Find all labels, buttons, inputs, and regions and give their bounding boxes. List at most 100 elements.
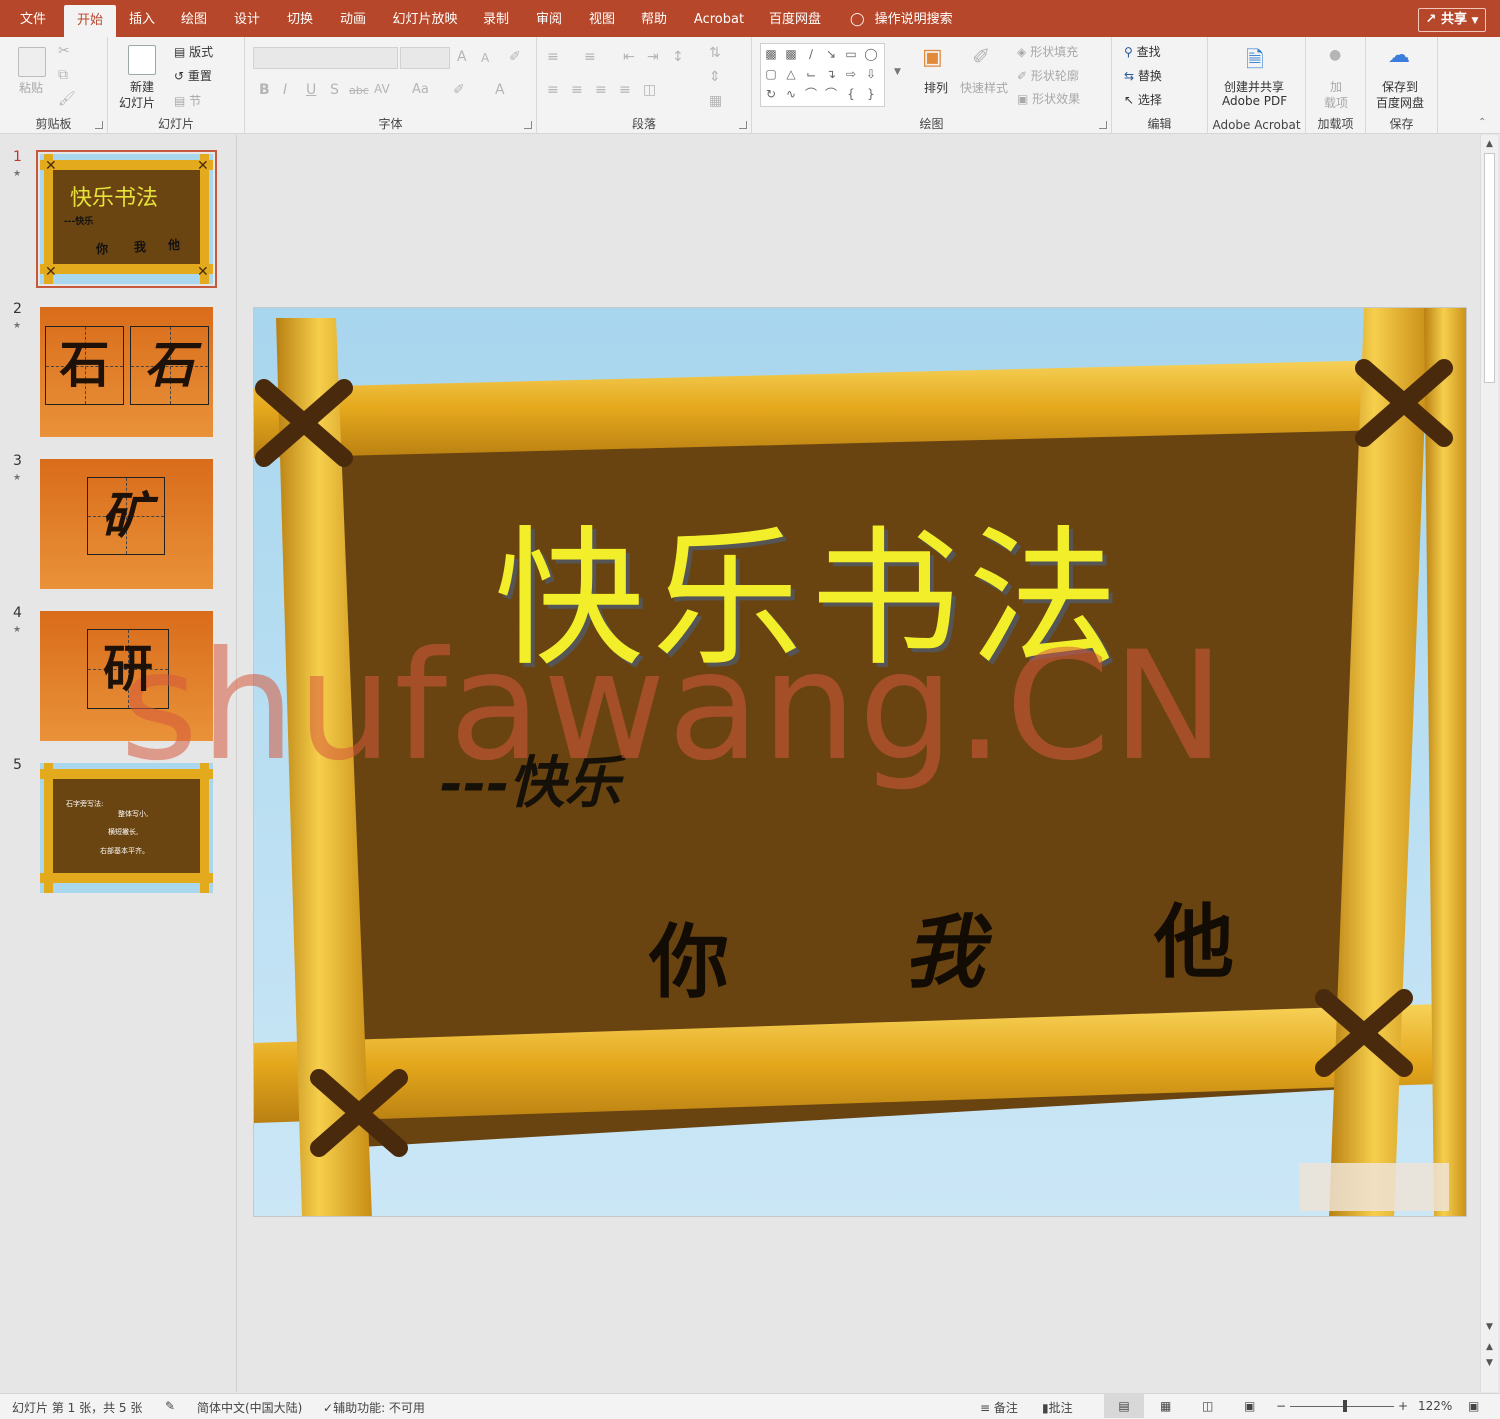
vertical-textbox-shape-icon[interactable]: ▩ <box>783 46 799 62</box>
save-baidu-line1[interactable]: 保存到 <box>1382 78 1418 95</box>
freeform-shape-icon[interactable]: ↻ <box>763 86 779 102</box>
right-arrow-shape-icon[interactable]: ⇨ <box>843 66 859 82</box>
tab-file[interactable]: 文件 <box>8 0 58 37</box>
previous-slide-icon[interactable]: ▲ <box>1481 1340 1498 1354</box>
slide-title[interactable]: 快乐书法 <box>494 478 1126 695</box>
rounded-rect-shape-icon[interactable]: ▢ <box>763 66 779 82</box>
accessibility-status[interactable]: ✓辅助功能: 不可用 <box>323 1399 425 1416</box>
left-brace-shape-icon[interactable]: { <box>843 86 859 102</box>
line-spacing-icon[interactable]: ↕ <box>672 49 684 65</box>
tab-insert[interactable]: 插入 <box>120 0 164 37</box>
tab-view[interactable]: 视图 <box>580 0 624 37</box>
addins-icon[interactable]: ● <box>1329 47 1341 63</box>
tab-baidu-netdisk[interactable]: 百度网盘 <box>762 0 828 37</box>
arrange-button[interactable]: 排列 <box>924 79 948 96</box>
arrow-line-shape-icon[interactable]: ↘ <box>823 46 839 62</box>
paste-icon[interactable] <box>18 47 46 77</box>
zoom-level[interactable]: 122% <box>1418 1399 1452 1413</box>
section-button[interactable]: ▤ 节 <box>174 92 201 109</box>
char-spacing-button[interactable]: AV <box>374 82 390 96</box>
language-indicator[interactable]: 简体中文(中国大陆) <box>197 1399 302 1416</box>
shape-fill-button[interactable]: ◈ 形状填充 <box>1017 43 1078 60</box>
baidu-cloud-icon[interactable]: ☁ <box>1388 43 1410 68</box>
tab-review[interactable]: 审阅 <box>527 0 571 37</box>
tab-slideshow[interactable]: 幻灯片放映 <box>385 0 465 37</box>
columns-icon[interactable]: ◫ <box>643 82 656 98</box>
normal-view-button[interactable]: ▤ <box>1104 1394 1144 1418</box>
paragraph-launcher-icon[interactable] <box>739 121 747 129</box>
fit-to-window-icon[interactable]: ▣ <box>1468 1399 1479 1413</box>
slide-thumbnail-3[interactable]: 矿 <box>40 459 213 589</box>
align-right-icon[interactable]: ≡ <box>595 82 607 98</box>
bold-button[interactable]: B <box>259 82 270 98</box>
underline-button[interactable]: U <box>306 82 316 98</box>
align-text-icon[interactable]: ⇕ <box>709 69 721 85</box>
next-slide-icon[interactable]: ▼ <box>1481 1356 1498 1370</box>
zoom-slider[interactable] <box>1290 1406 1394 1407</box>
text-direction-icon[interactable]: ⇅ <box>709 45 721 61</box>
slide-thumbnail-4[interactable]: 研 <box>40 611 213 741</box>
scroll-up-icon[interactable]: ▲ <box>1481 137 1498 151</box>
triangle-shape-icon[interactable]: △ <box>783 66 799 82</box>
save-baidu-line2[interactable]: 百度网盘 <box>1376 94 1424 111</box>
justify-icon[interactable]: ≡ <box>619 82 631 98</box>
shapes-gallery[interactable]: ▩ ▩ ∕ ↘ ▭ ◯ ▢ △ ⌙ ↴ ⇨ ⇩ ↻ ∿ ⌒ ⌒ { } <box>760 43 885 107</box>
slide-word-3[interactable]: 他 <box>1154 878 1234 994</box>
slide-thumbnail-1[interactable]: ✕ ✕ ✕ ✕ 快乐书法 ---快乐 你 我 他 <box>36 150 217 288</box>
arc-shape-icon[interactable]: ⌒ <box>803 86 819 102</box>
create-pdf-icon[interactable]: 🗎 <box>1246 43 1264 81</box>
new-slide-label-1[interactable]: 新建 <box>130 78 154 95</box>
tab-acrobat[interactable]: Acrobat <box>686 0 752 37</box>
clipboard-launcher-icon[interactable] <box>95 121 103 129</box>
slide-word-1[interactable]: 你 <box>649 898 729 1014</box>
tell-me-search[interactable]: ◯ 操作说明搜索 <box>850 0 953 37</box>
line-shape-icon[interactable]: ∕ <box>803 46 819 62</box>
shape-outline-button[interactable]: ✐ 形状轮廓 <box>1017 67 1079 84</box>
reading-view-icon[interactable]: ◫ <box>1202 1399 1213 1413</box>
slideshow-view-icon[interactable]: ▣ <box>1244 1399 1255 1413</box>
align-center-icon[interactable]: ≡ <box>571 82 583 98</box>
replace-button[interactable]: ⇆ 替换 <box>1124 67 1162 84</box>
current-slide[interactable]: 快乐书法 ---快乐 你 我 他 <box>253 307 1467 1217</box>
font-size-combo[interactable] <box>400 47 450 69</box>
slide-thumbnail-2[interactable]: 石 石 <box>40 307 213 437</box>
arrange-icon[interactable]: ▣ <box>922 45 943 70</box>
textbox-shape-icon[interactable]: ▩ <box>763 46 779 62</box>
smartart-icon[interactable]: ▦ <box>709 93 722 109</box>
slide-subtitle[interactable]: ---快乐 <box>439 738 621 819</box>
addins-line1[interactable]: 加 <box>1330 78 1342 95</box>
new-slide-label-2[interactable]: 幻灯片 <box>119 94 155 111</box>
font-name-combo[interactable] <box>253 47 398 69</box>
right-brace-shape-icon[interactable]: } <box>863 86 879 102</box>
shrink-font-button[interactable]: A <box>481 51 489 65</box>
slide-thumbnail-5[interactable]: 石字旁写法: 整体写小, 横短撇长, 右部基本平齐。 <box>40 763 213 893</box>
grow-font-button[interactable]: A <box>457 49 467 65</box>
notes-button[interactable]: ≡ 备注 <box>980 1399 1018 1416</box>
slide-word-2[interactable]: 我 <box>904 888 984 1004</box>
create-pdf-line2[interactable]: Adobe PDF <box>1222 94 1287 108</box>
shapes-more-icon[interactable]: ▼ <box>894 67 901 77</box>
share-button[interactable]: ↗ 共享 ▼ <box>1418 8 1486 32</box>
tab-help[interactable]: 帮助 <box>632 0 676 37</box>
scrollbar-thumb[interactable] <box>1484 153 1495 383</box>
cut-icon[interactable]: ✂ <box>58 43 70 59</box>
oval-shape-icon[interactable]: ◯ <box>863 46 879 62</box>
rectangle-shape-icon[interactable]: ▭ <box>843 46 859 62</box>
quick-styles-icon[interactable]: ✐ <box>972 45 990 70</box>
decrease-indent-icon[interactable]: ⇤ <box>623 49 635 65</box>
italic-button[interactable]: I <box>283 82 287 98</box>
new-slide-icon[interactable] <box>128 45 156 75</box>
shadow-button[interactable]: S <box>330 82 339 98</box>
increase-indent-icon[interactable]: ⇥ <box>647 49 659 65</box>
spelling-icon[interactable]: ✎ <box>165 1399 175 1413</box>
slide-sorter-view-icon[interactable]: ▦ <box>1160 1399 1171 1413</box>
layout-button[interactable]: ▤ 版式 <box>174 43 213 60</box>
reset-button[interactable]: ↺ 重置 <box>174 67 212 84</box>
down-arrow-shape-icon[interactable]: ⇩ <box>863 66 879 82</box>
zoom-slider-thumb[interactable] <box>1343 1400 1347 1412</box>
tab-transitions[interactable]: 切换 <box>278 0 322 37</box>
collapse-ribbon-icon[interactable]: ⌃ <box>1478 117 1486 128</box>
bullets-icon[interactable]: ≡ <box>547 49 559 65</box>
tab-draw[interactable]: 绘图 <box>172 0 216 37</box>
zoom-in-icon[interactable]: + <box>1398 1399 1408 1413</box>
